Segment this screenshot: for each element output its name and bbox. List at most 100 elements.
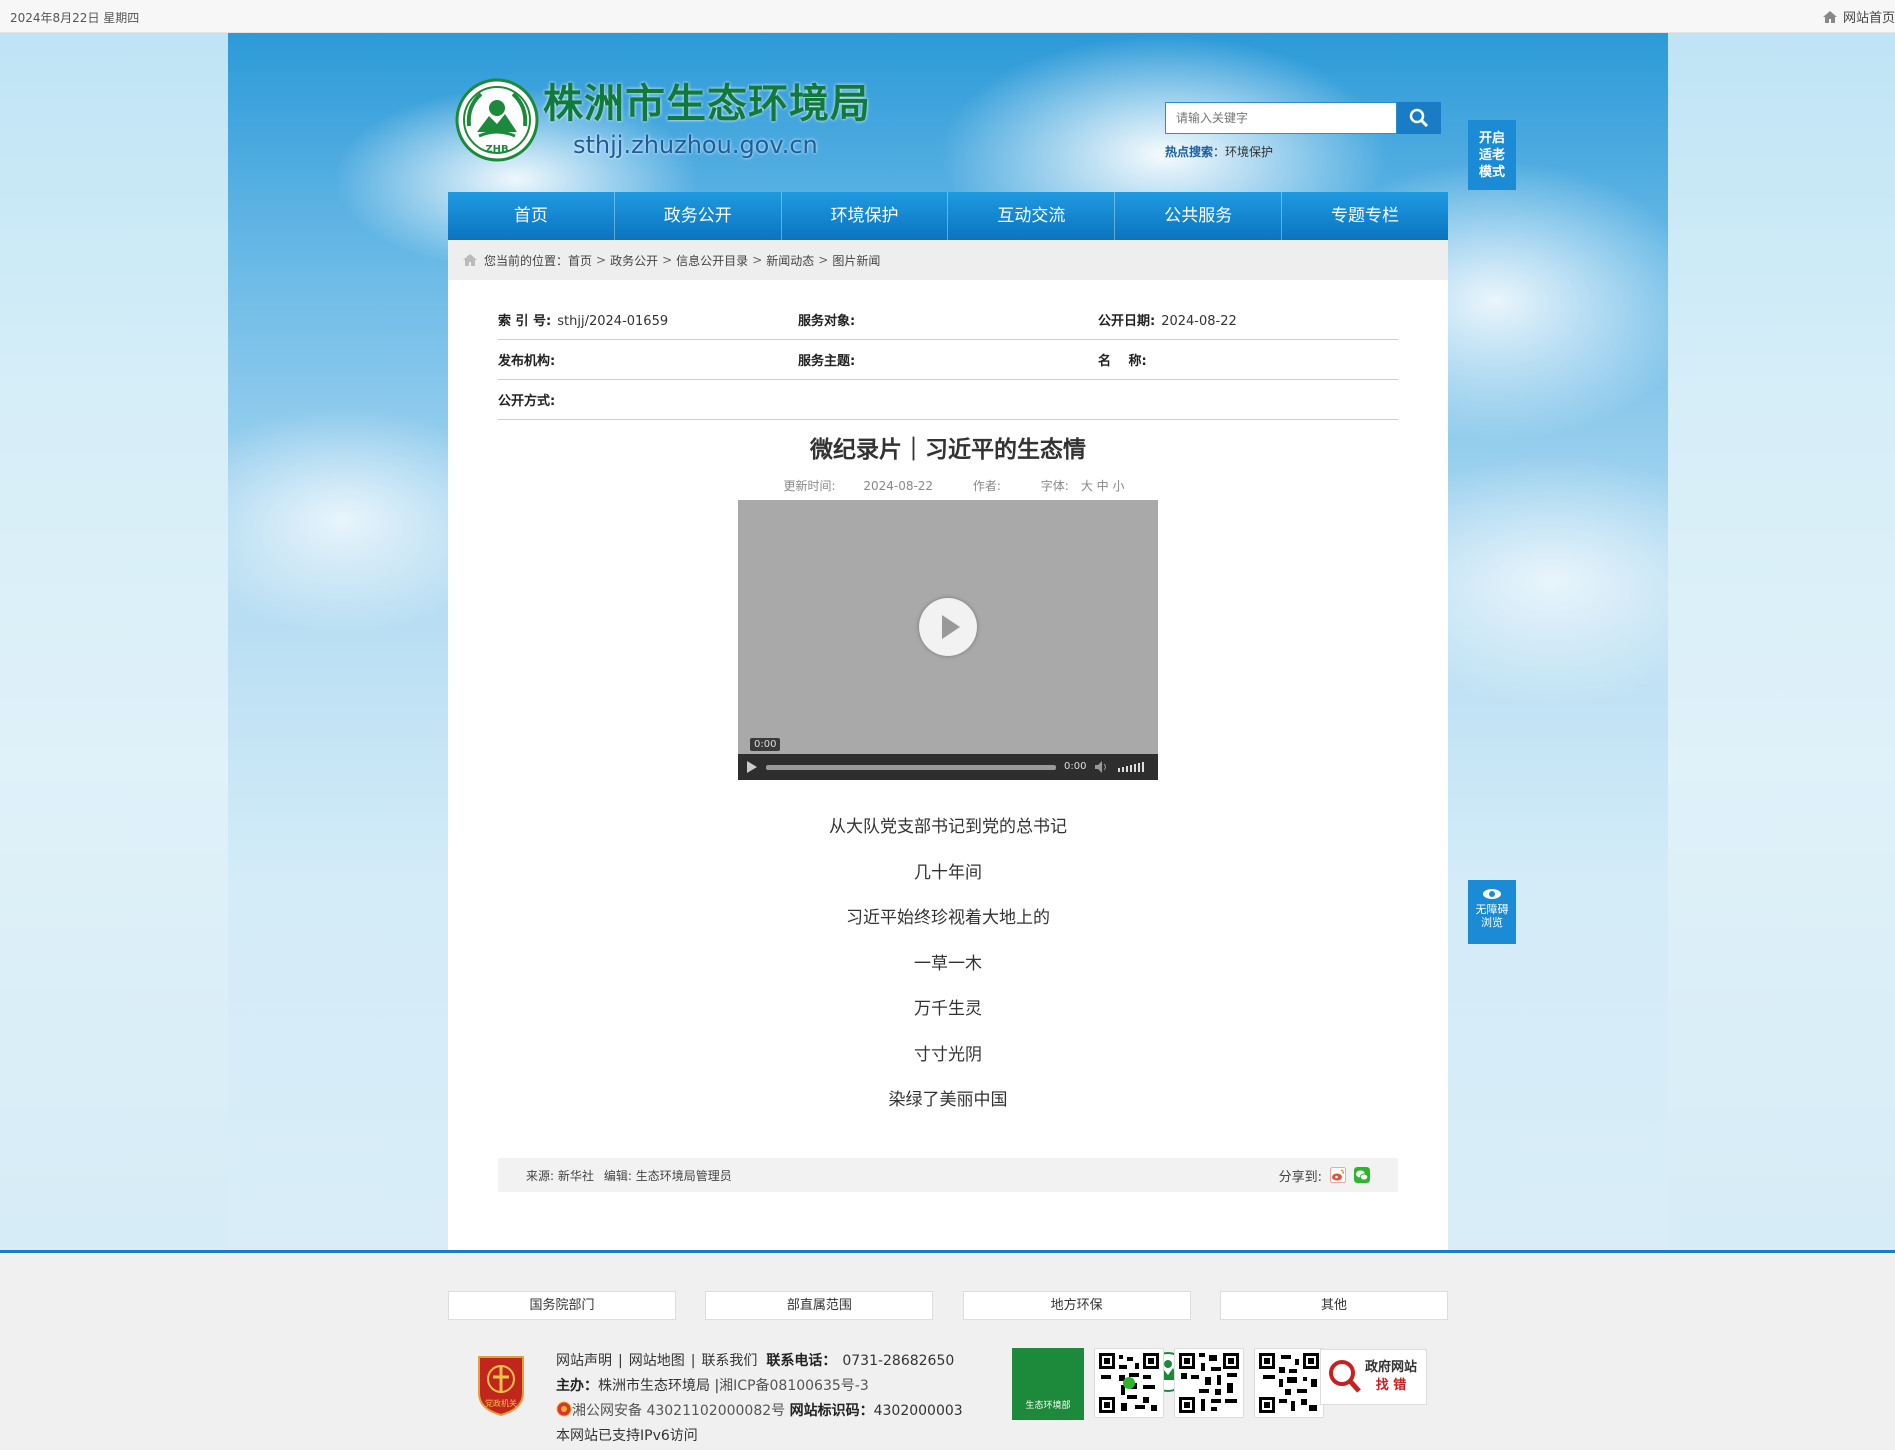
police-record-link[interactable]: 湘公网安备 43021102000082号 — [572, 1403, 785, 1419]
meta-row: 发布机构: 服务主题: 名 称: — [498, 340, 1398, 380]
volume-level[interactable] — [1118, 762, 1144, 772]
article-paragraph: 从大队党支部书记到党的总书记 — [829, 817, 1067, 837]
site-title: 株洲市生态环境局 — [543, 81, 871, 127]
zhb-emblem-icon: ZHB — [455, 78, 539, 162]
site-home-link[interactable]: 网站首页 — [1822, 7, 1895, 26]
eye-icon — [1483, 889, 1501, 899]
meta-label: 发布机构: — [498, 354, 556, 369]
breadcrumb-separator: > — [596, 253, 607, 267]
hot-search-colon: ： — [1213, 145, 1226, 159]
link-box-local-env[interactable]: 地方环保 — [962, 1291, 1191, 1320]
nav-item-home[interactable]: 首页 — [448, 192, 615, 240]
wechat-icon[interactable] — [1354, 1167, 1370, 1183]
play-icon — [942, 615, 960, 639]
page-footer: 国务院部门 部直属范围 地方环保 其他 党政机关 网站声明 | 网站地图 | 联系我们 … — [0, 1250, 1895, 1450]
meta-value: 2024-08-22 — [1161, 314, 1237, 329]
meta-publish-date: 公开日期: 2024-08-22 — [1098, 310, 1398, 329]
footer-link-contact[interactable]: 联系我们 — [701, 1353, 757, 1369]
icp-link[interactable]: 湘ICP备08100635号-3 — [719, 1378, 869, 1394]
link-box-state-council[interactable]: 国务院部门 — [448, 1291, 676, 1320]
author-label: 作者: — [972, 479, 1001, 493]
footer-host-row: 主办：株洲市生态环境局 |湘ICP备08100635号-3 — [556, 1378, 869, 1394]
accessibility-button[interactable]: 无障碍 浏览 — [1468, 880, 1516, 944]
volume-icon[interactable] — [1094, 760, 1110, 774]
breadcrumb-item[interactable]: 信息公开目录 — [676, 252, 748, 269]
update-time-label: 更新时间: — [783, 479, 836, 493]
footer-link-statement[interactable]: 网站声明 — [556, 1353, 612, 1369]
nav-item-environment[interactable]: 环境保护 — [782, 192, 949, 240]
article-paragraph: 习近平始终珍视着大地上的 — [846, 908, 1050, 928]
document-meta-table: 索 引 号: sthjj/2024-01659 服务对象: 公开日期: 2024-0… — [498, 300, 1398, 420]
qr-code-icon — [1259, 1353, 1319, 1413]
breadcrumb-item[interactable]: 图片新闻 — [832, 252, 880, 269]
footer-police-row: 湘公网安备 43021102000082号 网站标识码：4302000003 — [556, 1399, 963, 1424]
time-tooltip: 0:00 — [750, 738, 781, 751]
search-input[interactable] — [1165, 102, 1397, 134]
article-info: 更新时间: 2024-08-22 作者: 字体: 大 中 小 — [448, 477, 1448, 494]
qr-code-group: 生态环境部 — [1012, 1348, 1324, 1420]
hot-search-term[interactable]: 环境保护 — [1225, 145, 1273, 159]
video-player[interactable]: 0:00 0:00 — [738, 500, 1158, 780]
meta-method: 公开方式: — [498, 390, 810, 409]
site-logo[interactable]: ZHB 株洲市生态环境局 sthjj.zhuzhou.gov.cn — [455, 78, 871, 162]
weibo-icon[interactable] — [1330, 1167, 1346, 1183]
article-paragraph: 几十年间 — [914, 862, 982, 883]
current-date: 2024年8月22日 星期四 — [10, 11, 140, 25]
qr-code-icon — [1179, 1353, 1239, 1413]
article-paragraph: 染绿了美丽中国 — [888, 1090, 1008, 1110]
link-box-ministry[interactable]: 部直属范围 — [705, 1291, 934, 1320]
nav-item-government-affairs[interactable]: 政务公开 — [615, 192, 782, 240]
video-progress-bar[interactable] — [766, 765, 1056, 770]
play-button[interactable] — [919, 598, 977, 656]
gov-error-line2: 找 错 — [1375, 1378, 1407, 1393]
party-government-badge-icon[interactable]: 党政机关 — [473, 1353, 529, 1417]
font-small-button[interactable]: 小 — [1113, 479, 1125, 493]
video-time: 0:00 — [1064, 761, 1087, 772]
nav-item-public-service[interactable]: 公共服务 — [1115, 192, 1283, 240]
breadcrumb-item[interactable]: 新闻动态 — [766, 252, 814, 269]
qr-code-icon — [1099, 1353, 1159, 1413]
article-footer-bar: 来源: 新华社 编辑: 生态环境局管理员 分享到: — [498, 1158, 1398, 1192]
source-value: 新华社 — [557, 1168, 594, 1183]
content-panel: 您当前的位置： 首页 > 政务公开 > 信息公开目录 > 新闻动态 > 图片新闻… — [448, 240, 1448, 1250]
article-paragraph: 寸寸光阴 — [914, 1044, 982, 1065]
nav-item-special-topics[interactable]: 专题专栏 — [1282, 192, 1448, 240]
breadcrumb-separator: > — [662, 253, 673, 267]
share-label: 分享到: — [1278, 1169, 1322, 1185]
top-bar: 2024年8月22日 星期四 网站首页 — [0, 0, 1895, 33]
breadcrumb-label: 您当前的位置： — [484, 253, 569, 268]
elder-mode-line2: 适老 — [1478, 148, 1505, 163]
article-paragraph: 万千生灵 — [914, 999, 982, 1019]
meta-topic: 服务主题: — [798, 350, 1098, 369]
hot-search: 热点搜索：环境保护 — [1165, 143, 1273, 160]
police-badge-icon — [556, 1401, 572, 1417]
elder-mode-button[interactable]: 开启 适老 模式 — [1468, 120, 1516, 190]
breadcrumb-item[interactable]: 首页 — [568, 252, 592, 269]
footer-link-sitemap[interactable]: 网站地图 — [629, 1353, 685, 1369]
phone-label: 联系电话： — [766, 1353, 837, 1369]
meta-service-target: 服务对象: — [798, 310, 1098, 329]
meta-label: 服务主题: — [798, 354, 856, 369]
site-url: sthjj.zhuzhou.gov.cn — [573, 131, 818, 159]
qr-code — [1254, 1348, 1324, 1418]
play-icon[interactable] — [746, 761, 758, 773]
elder-mode-line1: 开启 — [1478, 131, 1505, 146]
qr-code — [1094, 1348, 1164, 1418]
font-large-button[interactable]: 大 — [1081, 479, 1093, 493]
search-button[interactable] — [1397, 102, 1441, 134]
breadcrumb-item[interactable]: 政务公开 — [610, 252, 658, 269]
meta-label: 公开方式: — [498, 394, 556, 409]
main-nav: 首页 政务公开 环境保护 互动交流 公共服务 专题专栏 — [448, 192, 1448, 240]
share-area: 分享到: — [1279, 1166, 1370, 1185]
mee-logo[interactable]: 生态环境部 — [1012, 1348, 1188, 1420]
badge-text: 党政机关 — [485, 1398, 517, 1408]
meta-label: 服务对象: — [798, 314, 856, 329]
nav-item-interaction[interactable]: 互动交流 — [948, 192, 1116, 240]
gov-site-error-report[interactable]: 政府网站找 错 — [1320, 1349, 1427, 1405]
breadcrumb-separator: > — [752, 253, 763, 267]
accessibility-line1: 无障碍 — [1475, 903, 1509, 916]
search-bar — [1165, 102, 1441, 134]
host-label: 主办： — [556, 1378, 598, 1394]
font-medium-button[interactable]: 中 — [1097, 479, 1109, 493]
link-box-other[interactable]: 其他 — [1219, 1291, 1448, 1320]
